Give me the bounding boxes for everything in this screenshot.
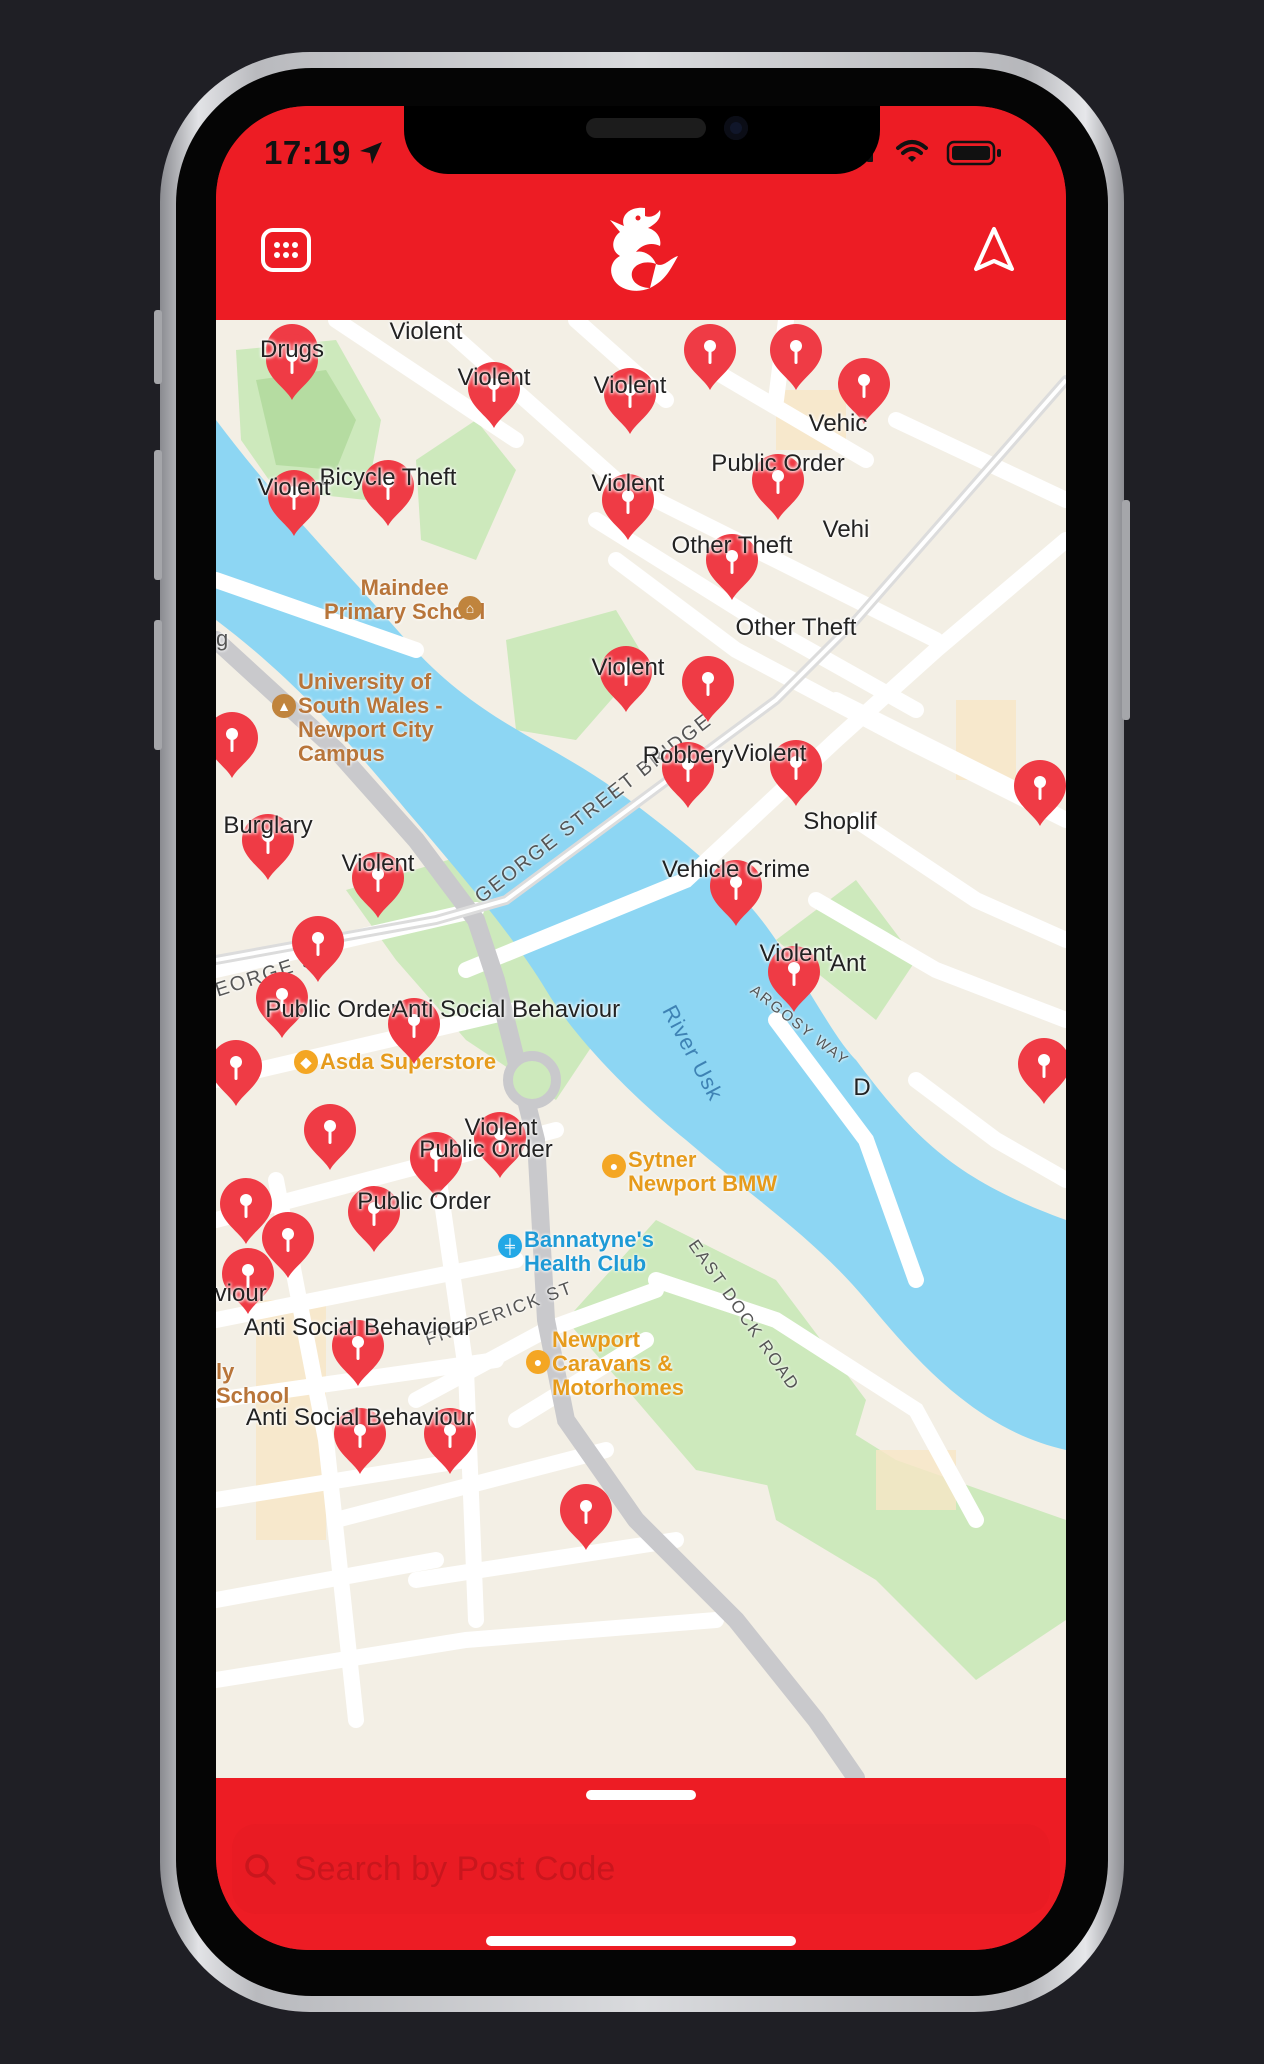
crime-pin-label: Other Theft: [671, 532, 793, 559]
crime-pin-label: Anti Social Behaviour: [245, 1404, 475, 1431]
map-pin-icon: [304, 1104, 356, 1170]
crime-pin-label: Public Order: [711, 450, 845, 477]
car-dealer-icon: ●: [526, 1350, 550, 1374]
graduation-cap-icon: ▲: [272, 694, 296, 718]
search-icon: [242, 1851, 278, 1887]
map-pin-icon: [770, 324, 822, 390]
crime-pin-label: Anti Social Behaviour: [391, 996, 621, 1023]
crime-pin-label: Other Theft: [735, 614, 857, 641]
location-arrow-icon: [974, 227, 1014, 271]
dragon-logo-icon: [590, 198, 690, 298]
poi-sytner-bmw[interactable]: Sytner Newport BMW: [628, 1148, 777, 1196]
crime-pin-label: Burglary: [223, 812, 313, 839]
map-pin-icon: [1018, 1038, 1066, 1104]
crime-pin-label: aviour: [216, 1280, 267, 1307]
poi-bannatynes[interactable]: Bannatyne's Health Club: [524, 1228, 654, 1276]
app-screen: 17:19 GEORGE STREET BRIDGE EORGE ST FRED…: [216, 106, 1066, 1950]
crime-pin-label: Violent: [257, 474, 331, 501]
crime-pin-marker[interactable]: [216, 1038, 268, 1108]
crime-pin-label: Vehic: [808, 410, 868, 437]
map-pin-icon: [1014, 760, 1066, 826]
map-pin-icon: [684, 324, 736, 390]
power-button: [1122, 500, 1130, 720]
crime-pin-label: Bicycle Theft: [319, 464, 457, 491]
crime-pin-label: Anti Social Behaviour: [243, 1314, 473, 1341]
calendar-icon: [261, 228, 311, 272]
crime-pin-label: Violent: [733, 740, 807, 767]
crime-pin-label: Drugs: [259, 336, 325, 363]
crime-pin-label: Ant: [829, 950, 867, 977]
crime-pin-marker[interactable]: [298, 1102, 362, 1172]
crime-pin-label: Violent: [593, 372, 667, 399]
location-services-icon: [358, 140, 384, 171]
crime-pin-marker[interactable]: [764, 322, 828, 392]
device-notch: [404, 106, 880, 174]
dumbbell-icon: ╪: [498, 1234, 522, 1258]
crime-pin-marker[interactable]: [676, 654, 740, 724]
map-pin-icon: [682, 656, 734, 722]
mute-switch: [154, 310, 162, 384]
sheet-grabber[interactable]: [586, 1790, 696, 1800]
crime-pin-label: D: [853, 1074, 871, 1101]
poi-newport-caravans[interactable]: Newport Caravans & Motorhomes: [552, 1328, 684, 1400]
school-icon: ⌂: [458, 596, 482, 620]
crime-pin-label: Shoplif: [803, 808, 877, 835]
front-camera: [724, 116, 748, 140]
crime-pin-label: Public Order: [419, 1136, 553, 1163]
crime-pin-marker[interactable]: [1012, 1036, 1066, 1106]
locate-me-button[interactable]: [962, 218, 1026, 282]
crime-pin-label: Violent: [759, 940, 833, 967]
crime-pin-label: Violent: [591, 470, 665, 497]
calendar-button[interactable]: [254, 218, 318, 282]
crime-pin-label: Vehi: [822, 516, 870, 543]
crime-pin-label: Public Order: [357, 1188, 491, 1215]
crime-pin-label: Robbery: [642, 742, 734, 769]
crime-map[interactable]: GEORGE STREET BRIDGE EORGE ST FREDERICK …: [216, 320, 1066, 1778]
crime-pin-marker[interactable]: [554, 1482, 618, 1552]
app-header: 17:19: [216, 106, 1066, 320]
shopping-cart-icon: ◆: [294, 1050, 318, 1074]
car-icon: ●: [602, 1154, 626, 1178]
crime-pin-label: Vehicle Crime: [661, 856, 811, 883]
crime-pin-label: Public Order: [265, 996, 399, 1023]
road-label-partial: g: [216, 626, 229, 651]
map-pin-icon: [216, 1040, 262, 1106]
home-indicator: [486, 1936, 796, 1946]
status-time: 17:19: [264, 134, 351, 171]
crime-pin-marker[interactable]: [1008, 758, 1066, 828]
crime-pin-label: Violent: [457, 364, 531, 391]
volume-down-button: [154, 620, 162, 750]
poi-school-partial[interactable]: ly School: [216, 1360, 289, 1408]
crime-pin-label: Violent: [591, 654, 665, 681]
crime-pin-marker[interactable]: [678, 322, 742, 392]
search-bar[interactable]: [232, 1824, 1050, 1914]
crime-pin-marker[interactable]: [216, 710, 264, 780]
postcode-search-input[interactable]: [292, 1848, 996, 1890]
map-pin-icon: [216, 712, 258, 778]
earpiece: [586, 118, 706, 138]
map-pin-icon: [560, 1484, 612, 1550]
poi-university[interactable]: University of South Wales - Newport City…: [298, 670, 443, 766]
crime-pin-label: Violent: [389, 320, 463, 345]
crime-pin-label: Violent: [341, 850, 415, 877]
bottom-sheet[interactable]: [216, 1778, 1066, 1950]
volume-up-button: [154, 450, 162, 580]
